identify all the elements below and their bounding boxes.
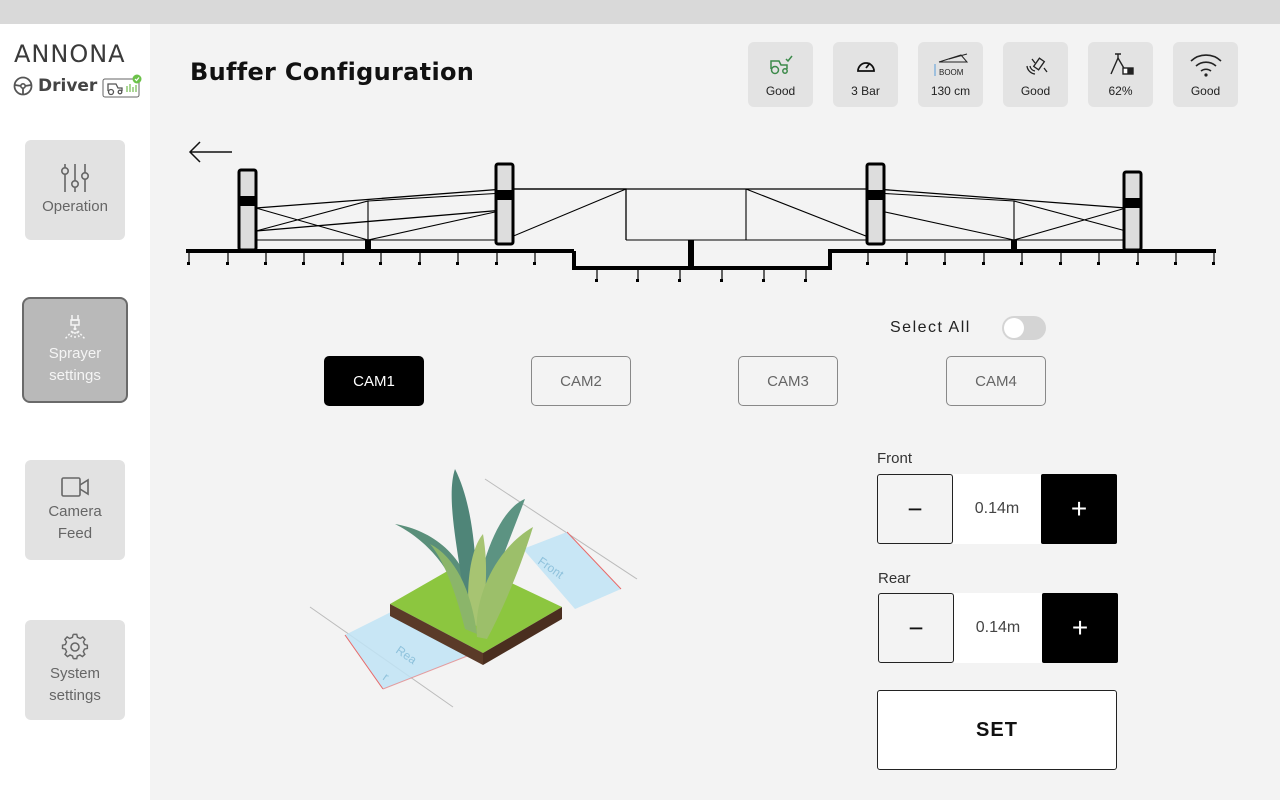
- rear-plus-button[interactable]: +: [1042, 593, 1118, 663]
- sprayer-icon: [64, 315, 86, 340]
- rear-stepper: − 0.14m +: [878, 593, 1118, 663]
- sidebar-item-camera-feed[interactable]: Camera Feed: [25, 460, 125, 560]
- select-all-label: Select All: [890, 319, 971, 336]
- cam1-button[interactable]: CAM1: [324, 356, 424, 406]
- sidebar-item-label: Feed: [57, 525, 93, 542]
- status-value: Good: [765, 84, 796, 98]
- sidebar-item-system-settings[interactable]: System settings: [25, 620, 125, 720]
- tractor-icon: [769, 55, 793, 75]
- status-tractor: Good: [748, 42, 813, 107]
- sidebar-item-label: settings: [49, 687, 101, 704]
- front-stepper: − 0.14m +: [877, 474, 1117, 544]
- status-tank: 62%: [1088, 42, 1153, 107]
- status-value: 130 cm: [930, 84, 971, 98]
- set-button[interactable]: SET: [877, 690, 1117, 770]
- sidebar-item-label: Sprayer: [48, 345, 102, 362]
- page-title: Buffer Configuration: [190, 58, 475, 86]
- top-bar: [0, 0, 1280, 24]
- select-all-toggle[interactable]: [1002, 316, 1046, 340]
- tank-level-icon: [1109, 53, 1134, 75]
- plant-buffer-illustration: Rea r Front: [309, 469, 638, 708]
- main-panel: Buffer Configuration Good 3 Bar BOOM 130…: [150, 24, 1280, 800]
- front-minus-button[interactable]: −: [877, 474, 953, 544]
- sidebar-item-sprayer-settings[interactable]: Sprayer settings: [22, 297, 128, 403]
- tractor-check-icon: [102, 74, 142, 98]
- boom-diagram: [186, 162, 1216, 282]
- steering-wheel-icon: [13, 76, 33, 96]
- toggle-knob: [1004, 318, 1024, 338]
- boom-icon-text: BOOM: [939, 68, 964, 77]
- gear-icon: [61, 633, 89, 660]
- cam2-button[interactable]: CAM2: [531, 356, 631, 406]
- pressure-gauge-icon: [856, 62, 875, 72]
- brand-subtitle: Driver: [13, 74, 142, 98]
- status-value: 3 Bar: [851, 84, 880, 98]
- status-value: 62%: [1108, 84, 1133, 98]
- front-label: Front: [877, 450, 913, 467]
- status-value: Good: [1020, 84, 1051, 98]
- status-gps: Good: [1003, 42, 1068, 107]
- sidebar-item-operation[interactable]: Operation: [25, 140, 125, 240]
- brand-driver-label: Driver: [38, 76, 98, 96]
- status-boom-height: BOOM 130 cm: [918, 42, 983, 107]
- sidebar-item-label: Camera: [48, 503, 102, 520]
- sidebar: ANNONA Driver Operation Sprayer settings…: [0, 24, 150, 800]
- cam3-button[interactable]: CAM3: [738, 356, 838, 406]
- rear-label: Rear: [878, 570, 911, 587]
- brand-name: ANNONA: [14, 40, 126, 68]
- sidebar-item-label: Operation: [42, 198, 108, 215]
- front-value: 0.14m: [953, 474, 1041, 544]
- sidebar-item-label: settings: [49, 367, 101, 384]
- wifi-icon: [1189, 54, 1222, 77]
- video-camera-icon: [61, 477, 89, 497]
- rear-value: 0.14m: [954, 593, 1042, 663]
- front-plus-button[interactable]: +: [1041, 474, 1117, 544]
- cam4-button[interactable]: CAM4: [946, 356, 1046, 406]
- status-value: Good: [1190, 84, 1221, 98]
- status-wifi: Good: [1173, 42, 1238, 107]
- status-pressure: 3 Bar: [833, 42, 898, 107]
- sidebar-item-label: System: [49, 665, 100, 682]
- boom-height-icon: BOOM: [933, 53, 968, 77]
- sliders-icon: [60, 164, 89, 192]
- gps-satellite-icon: [1025, 57, 1048, 75]
- rear-minus-button[interactable]: −: [878, 593, 954, 663]
